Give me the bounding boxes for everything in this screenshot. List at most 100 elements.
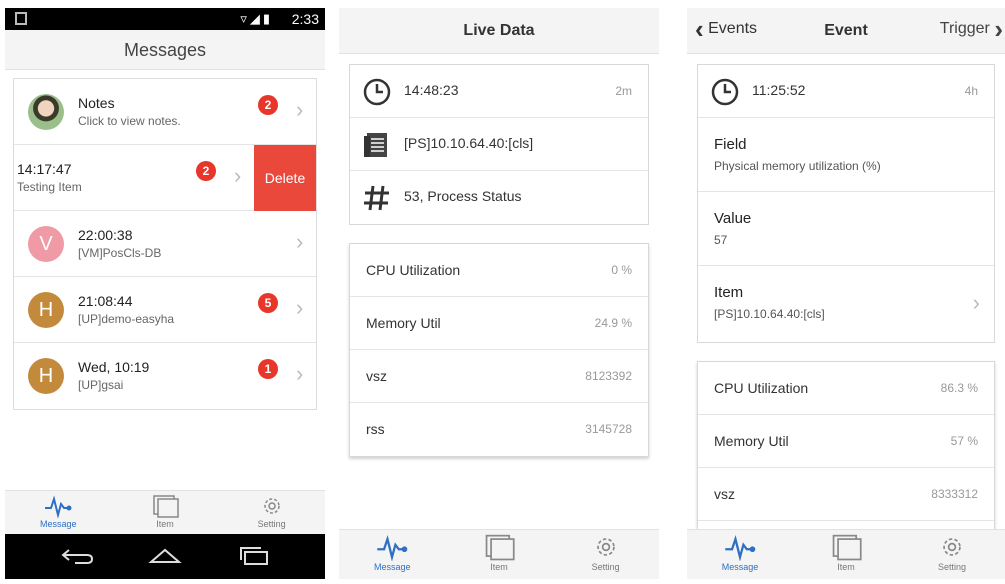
host-value: [PS]10.10.64.40:[cls] [404, 135, 534, 151]
list-item[interactable]: H 21:08:44 [UP]demo-easyha 5 › [14, 277, 316, 343]
wifi-battery-icon: ▿◢▮ [240, 11, 273, 26]
message-subtitle: Click to view notes. [78, 114, 181, 128]
unread-badge: 2 [258, 95, 278, 115]
metric-row: CPU Utilization 86.3 % [698, 362, 994, 415]
tab-label: Message [721, 562, 759, 572]
metrics-card: CPU Utilization 0 % Memory Util 24.9 % v… [349, 243, 649, 457]
elapsed-time: 2m [615, 84, 632, 98]
metric-row: vsz 8333312 [698, 468, 994, 521]
tab-bar: Message Item Setting [5, 490, 325, 534]
item-row[interactable]: Item [PS]10.10.64.40:[cls] › [698, 266, 994, 342]
home-icon[interactable] [147, 546, 183, 566]
metric-label: CPU Utilization [714, 380, 809, 396]
tab-bar: Message Item Setting [339, 529, 659, 579]
avatar: H [28, 292, 64, 328]
time-value: 11:25:52 [752, 82, 806, 98]
event-header: ‹ Events Event Trigger › [687, 8, 1005, 54]
list-item[interactable]: H Wed, 10:19 [UP]gsai 1 › [14, 343, 316, 409]
value-value: 57 [714, 233, 728, 247]
chevron-right-icon: › [296, 295, 304, 320]
process-row: 53, Process Status [350, 171, 648, 224]
metric-value: 8123392 [585, 369, 632, 383]
chevron-right-icon: › [994, 13, 1003, 44]
status-bar: ▿◢▮ 2:33 [5, 8, 325, 30]
clock-icon [363, 78, 391, 106]
messages-screen: ▿◢▮ 2:33 Messages Notes Click to view no… [5, 8, 325, 579]
system-nav-bar [5, 534, 325, 579]
message-title: 14:17:47 [17, 161, 72, 177]
page-title: Live Data [463, 22, 535, 39]
item-icon [485, 534, 515, 561]
time-row: 11:25:52 4h [698, 65, 994, 118]
list-item[interactable]: V 22:00:38 [VM]PosCls-DB › [14, 211, 316, 277]
metric-value: 3145728 [585, 422, 632, 436]
avatar: H [28, 358, 64, 394]
tab-label: Item [490, 562, 508, 572]
tab-item[interactable]: Item [446, 530, 553, 579]
chevron-right-icon: › [972, 290, 980, 315]
chevron-right-icon: › [296, 97, 304, 122]
tab-message[interactable]: Message [5, 491, 112, 534]
message-title: Notes [78, 95, 115, 111]
hash-icon [364, 185, 389, 211]
message-title: Wed, 10:19 [78, 359, 150, 375]
metric-value: 24.9 % [594, 316, 632, 330]
metrics-card: CPU Utilization 86.3 % Memory Util 57 % … [697, 361, 995, 529]
avatar [28, 94, 64, 130]
recents-icon[interactable] [237, 546, 273, 566]
tab-item[interactable]: Item [793, 530, 899, 579]
event-card: 11:25:52 4h Field Physical memory utiliz… [697, 64, 995, 343]
delete-button[interactable]: Delete [254, 145, 316, 211]
back-icon[interactable] [59, 546, 95, 566]
item-icon [153, 495, 179, 518]
metric-value: 86.3 % [940, 381, 978, 395]
tab-label: Setting [257, 519, 286, 529]
pulse-icon [377, 535, 408, 561]
message-subtitle: Testing Item [17, 180, 82, 194]
tab-label: Item [837, 562, 855, 572]
field-value: Physical memory utilization (%) [714, 159, 881, 173]
avatar: V [28, 226, 64, 262]
process-value: 53, Process Status [404, 188, 522, 204]
metric-label: vsz [366, 368, 387, 384]
metric-value: 8333312 [931, 487, 978, 501]
tab-item[interactable]: Item [112, 491, 219, 534]
pulse-icon [725, 535, 756, 561]
metric-label: Memory Util [366, 315, 441, 331]
tab-setting[interactable]: Setting [218, 491, 325, 534]
list-item[interactable]: Notes Click to view notes. 2 › [14, 79, 316, 145]
time-row: 14:48:23 2m [350, 65, 648, 118]
clock-icon [711, 78, 739, 106]
chevron-right-icon: › [234, 163, 242, 188]
metric-row: rss 3145728 [350, 403, 648, 456]
message-subtitle: [VM]PosCls-DB [78, 246, 162, 260]
tab-bar: Message Item Setting [687, 529, 1005, 579]
elapsed-time: 4h [964, 84, 978, 98]
item-label: Item [714, 284, 744, 301]
unread-badge: 2 [196, 161, 216, 181]
messages-header: Messages [5, 30, 325, 70]
message-list: Notes Click to view notes. 2 › 14:17:47 … [13, 78, 317, 410]
tab-message[interactable]: Message [339, 530, 446, 579]
tab-message[interactable]: Message [687, 530, 793, 579]
trigger-button[interactable]: Trigger › [940, 16, 1003, 42]
metric-label: Memory Util [714, 433, 789, 449]
tab-setting[interactable]: Setting [552, 530, 659, 579]
chevron-right-icon: › [296, 361, 304, 386]
item-icon [832, 534, 862, 561]
metric-row: vsz 8123392 [350, 350, 648, 403]
field-row: Field Physical memory utilization (%) [698, 118, 994, 192]
gear-icon [263, 498, 280, 514]
metric-value: 57 % [950, 434, 978, 448]
value-row: Value 57 [698, 192, 994, 266]
item-value: [PS]10.10.64.40:[cls] [714, 307, 825, 321]
gear-icon [943, 538, 961, 556]
metric-value: 0 % [611, 263, 632, 277]
metric-label: CPU Utilization [366, 262, 461, 278]
tab-label: Setting [591, 562, 620, 572]
message-title: 22:00:38 [78, 227, 133, 243]
list-item[interactable]: 14:17:47 Testing Item 2 › Delete [14, 145, 316, 211]
value-label: Value [714, 210, 752, 227]
tab-setting[interactable]: Setting [899, 530, 1005, 579]
info-card: 14:48:23 2m [PS]10.10.64.40:[cls] 53, Pr… [349, 64, 649, 225]
